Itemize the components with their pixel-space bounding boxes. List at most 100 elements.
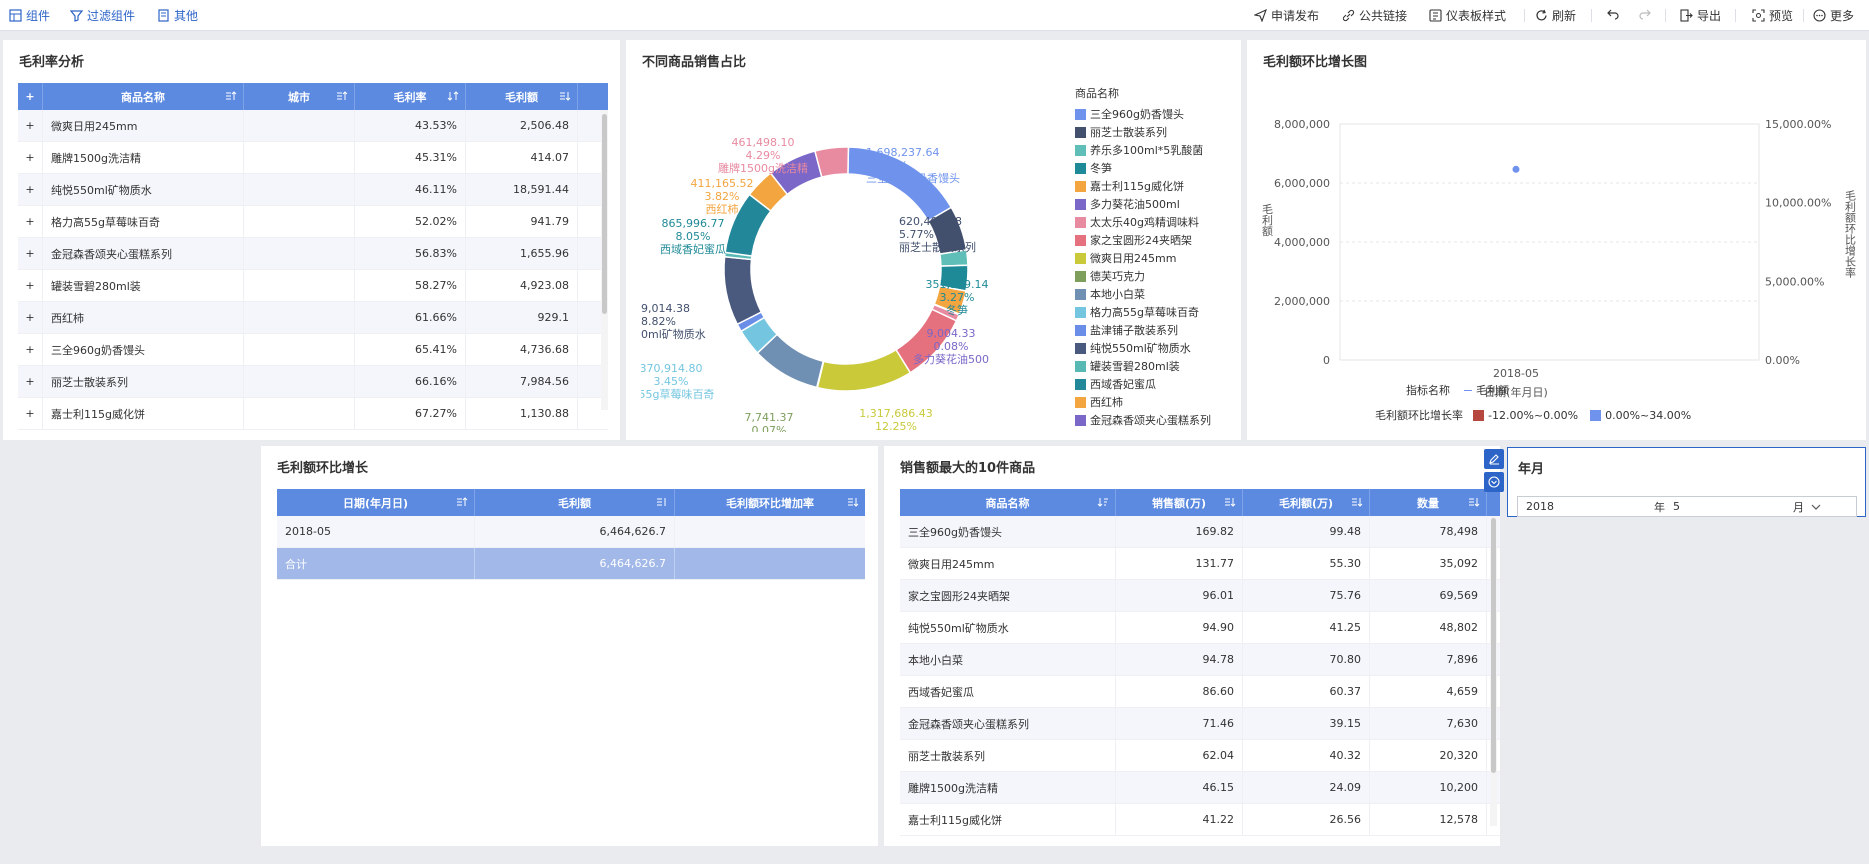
legend-item[interactable]: 丽芝士散装系列 bbox=[1075, 123, 1241, 141]
legend-item[interactable]: 嘉士利115g威化饼 bbox=[1075, 177, 1241, 195]
legend-item[interactable]: 微爽日用245mm bbox=[1075, 249, 1241, 267]
table-row[interactable]: 2018-05 6,464,626.7 bbox=[277, 516, 865, 548]
column-header-growth-rate[interactable]: 毛利额环比增加率 bbox=[675, 489, 865, 516]
table-row[interactable]: + 纯悦550ml矿物质水 46.11% 18,591.44 bbox=[18, 174, 608, 206]
year-month-input[interactable]: 2018 年 5 月 bbox=[1517, 496, 1857, 517]
edit-component-button[interactable] bbox=[1484, 449, 1504, 469]
legend-item[interactable]: 养乐多100ml*5乳酸菌 bbox=[1075, 141, 1241, 159]
column-header-margin-amount[interactable]: 毛利额 bbox=[466, 83, 578, 110]
table-row[interactable]: 三全960g奶香馒头 169.82 99.48 78,498 bbox=[900, 516, 1500, 548]
sort-icon[interactable] bbox=[656, 496, 668, 508]
legend-item[interactable]: 本地小白菜 bbox=[1075, 285, 1241, 303]
table-row[interactable]: 纯悦550ml矿物质水 94.90 41.25 48,802 bbox=[900, 612, 1500, 644]
column-header-date[interactable]: 日期(年月日) bbox=[277, 489, 475, 516]
table-row[interactable]: 西域香妃蜜瓜 86.60 60.37 4,659 bbox=[900, 676, 1500, 708]
table-row[interactable]: + 格力高55g草莓味百奇 52.02% 941.79 bbox=[18, 206, 608, 238]
column-header-sales[interactable]: 销售额(万) bbox=[1116, 489, 1243, 516]
expand-all-button[interactable]: + bbox=[18, 83, 43, 110]
legend-item[interactable]: 太太乐40g鸡精调味料 bbox=[1075, 213, 1241, 231]
undo-button[interactable] bbox=[1607, 7, 1624, 20]
table-row[interactable]: + 三全960g奶香馒头 65.41% 4,736.68 bbox=[18, 334, 608, 366]
pie-slice[interactable] bbox=[816, 348, 912, 392]
sort-icon[interactable] bbox=[1351, 496, 1363, 508]
table-row[interactable]: 嘉士利115g威化饼 41.22 26.56 12,578 bbox=[900, 804, 1500, 836]
dashboard-style-button[interactable]: 仪表板样式 bbox=[1429, 7, 1506, 24]
pie-slice[interactable] bbox=[814, 146, 850, 179]
legend-item[interactable]: 多力葵花油500ml bbox=[1075, 195, 1241, 213]
table-row[interactable]: + 金冠森香颂夹心蛋糕系列 56.83% 1,655.96 bbox=[18, 238, 608, 270]
table-row[interactable]: + 雕牌1500g洗洁精 45.31% 414.07 bbox=[18, 142, 608, 174]
refresh-button[interactable]: 刷新 bbox=[1535, 7, 1576, 24]
expand-row-button[interactable]: + bbox=[18, 366, 43, 397]
table-row[interactable]: + 西红柿 61.66% 929.1 bbox=[18, 302, 608, 334]
filter-component-button[interactable]: 过滤组件 bbox=[69, 7, 135, 24]
data-point[interactable] bbox=[1512, 165, 1520, 173]
chevron-down-icon[interactable] bbox=[1810, 501, 1822, 513]
table-row[interactable]: + 罐装雪碧280ml装 58.27% 4,923.08 bbox=[18, 270, 608, 302]
table-row[interactable]: + 嘉士利115g威化饼 67.27% 1,130.88 bbox=[18, 398, 608, 430]
legend-item[interactable]: 格力高55g草莓味百奇 bbox=[1075, 303, 1241, 321]
table-row[interactable]: 雕牌1500g洗洁精 46.15 24.09 10,200 bbox=[900, 772, 1500, 804]
table-row[interactable]: 金冠森香颂夹心蛋糕系列 71.46 39.15 7,630 bbox=[900, 708, 1500, 740]
legend-item[interactable]: 罐装雪碧280ml装 bbox=[1075, 357, 1241, 375]
rate-range-neg-label[interactable]: -12.00%~0.00% bbox=[1488, 409, 1578, 422]
legend-item[interactable]: 纯悦550ml矿物质水 bbox=[1075, 339, 1241, 357]
column-header-quantity[interactable]: 数量 bbox=[1370, 489, 1487, 516]
component-button[interactable]: 组件 bbox=[9, 7, 50, 24]
column-header-margin-rate[interactable]: 毛利率 bbox=[355, 83, 466, 110]
expand-row-button[interactable]: + bbox=[18, 174, 43, 205]
sort-icon[interactable] bbox=[225, 90, 237, 102]
legend-item[interactable]: 西域香妃蜜瓜 bbox=[1075, 375, 1241, 393]
expand-row-button[interactable]: + bbox=[18, 270, 43, 301]
legend-item[interactable]: 德芙巧克力 bbox=[1075, 267, 1241, 285]
expand-row-button[interactable]: + bbox=[18, 302, 43, 333]
legend-item[interactable]: 金冠森香颂夹心蛋糕系列 bbox=[1075, 411, 1241, 429]
scrollbar-thumb[interactable] bbox=[1491, 518, 1496, 773]
export-button[interactable]: 导出 bbox=[1680, 7, 1721, 24]
table-row[interactable]: 家之宝圆形24夹晒架 96.01 75.76 69,569 bbox=[900, 580, 1500, 612]
sort-asc-icon[interactable] bbox=[447, 90, 459, 102]
more-button[interactable]: 更多 bbox=[1813, 7, 1854, 24]
expand-row-button[interactable]: + bbox=[18, 142, 43, 173]
column-header-city[interactable]: 城市 bbox=[244, 83, 355, 110]
column-header-margin-amount[interactable]: 毛利额 bbox=[475, 489, 675, 516]
sort-icon[interactable] bbox=[336, 90, 348, 102]
table-row[interactable]: + 微爽日用245mm 43.53% 2,506.48 bbox=[18, 110, 608, 142]
sort-icon[interactable] bbox=[456, 496, 468, 508]
other-button[interactable]: 其他 bbox=[157, 7, 198, 24]
legend-item[interactable]: 冬笋 bbox=[1075, 159, 1241, 177]
public-link-button[interactable]: 公共链接 bbox=[1342, 7, 1407, 24]
expand-row-button[interactable]: + bbox=[18, 398, 43, 429]
table-row[interactable]: 本地小白菜 94.78 70.80 7,896 bbox=[900, 644, 1500, 676]
collapse-component-button[interactable] bbox=[1484, 472, 1504, 492]
sort-icon[interactable] bbox=[559, 90, 571, 102]
table-row[interactable]: + 丽芝士散装系列 66.16% 7,984.56 bbox=[18, 366, 608, 398]
expand-row-button[interactable]: + bbox=[18, 206, 43, 237]
sort-icon[interactable] bbox=[1224, 496, 1236, 508]
table-row[interactable]: 微爽日用245mm 131.77 55.30 35,092 bbox=[900, 548, 1500, 580]
column-header-margin[interactable]: 毛利额(万) bbox=[1243, 489, 1370, 516]
legend-item[interactable]: 西红柿 bbox=[1075, 393, 1241, 411]
month-value[interactable]: 5 bbox=[1673, 500, 1793, 513]
sort-icon[interactable] bbox=[847, 496, 859, 508]
pie-slice[interactable] bbox=[723, 255, 763, 326]
column-header-product[interactable]: 商品名称 bbox=[43, 83, 244, 110]
sort-desc-icon[interactable] bbox=[1097, 496, 1109, 508]
expand-row-button[interactable]: + bbox=[18, 238, 43, 269]
scrollbar-thumb[interactable] bbox=[602, 114, 607, 314]
rate-range-pos-label[interactable]: 0.00%~34.00% bbox=[1605, 409, 1691, 422]
apply-publish-button[interactable]: 申请发布 bbox=[1253, 7, 1319, 24]
year-value[interactable]: 2018 bbox=[1526, 500, 1654, 513]
column-header-product[interactable]: 商品名称 bbox=[900, 489, 1116, 516]
legend-item[interactable]: 家之宝圆形24夹晒架 bbox=[1075, 231, 1241, 249]
legend-item[interactable]: 三全960g奶香馒头 bbox=[1075, 105, 1241, 123]
expand-row-button[interactable]: + bbox=[18, 110, 43, 141]
sort-icon[interactable] bbox=[1468, 496, 1480, 508]
vertical-scrollbar[interactable] bbox=[601, 110, 608, 410]
preview-button[interactable]: 预览 bbox=[1752, 7, 1793, 24]
expand-row-button[interactable]: + bbox=[18, 334, 43, 365]
legend-item[interactable]: 盐津铺子散装系列 bbox=[1075, 321, 1241, 339]
table-row[interactable]: 丽芝士散装系列 62.04 40.32 20,320 bbox=[900, 740, 1500, 772]
redo-button[interactable] bbox=[1638, 7, 1655, 20]
metric-legend-name[interactable]: 毛利额 bbox=[1476, 382, 1509, 398]
